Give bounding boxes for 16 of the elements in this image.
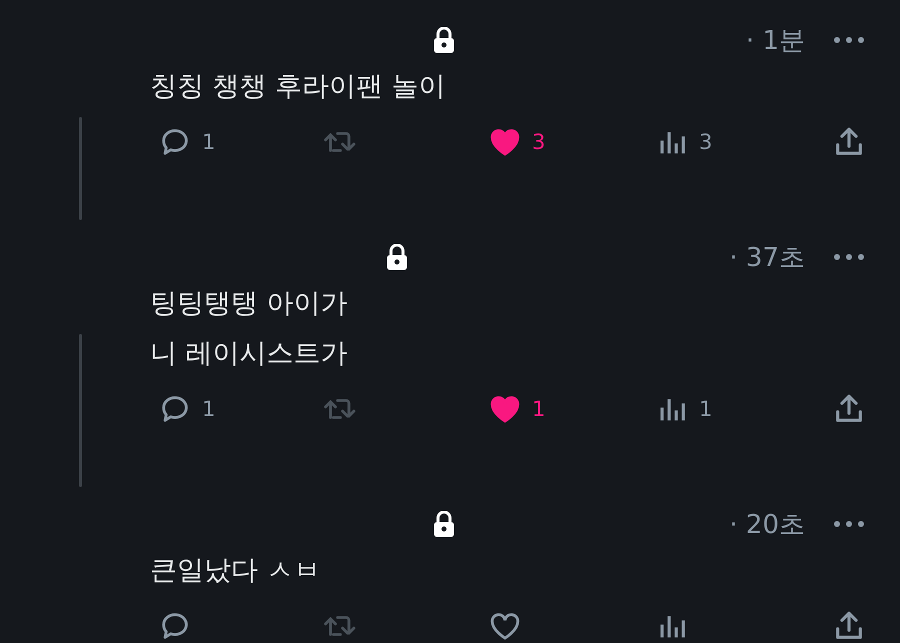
tweet-text: 큰일났다 ㅅㅂ bbox=[150, 554, 322, 588]
like-count: 3 bbox=[532, 130, 546, 154]
timestamp: · 1분 bbox=[746, 24, 805, 58]
reply-count: 1 bbox=[202, 130, 216, 154]
tweet-text: 팅팅탱탱 아이가 bbox=[150, 287, 349, 321]
more-icon[interactable] bbox=[833, 252, 865, 262]
like-count: 1 bbox=[532, 397, 546, 421]
reply-count: 1 bbox=[202, 397, 216, 421]
timestamp: · 20초 bbox=[729, 508, 805, 542]
view-count: 1 bbox=[699, 397, 712, 421]
tweet-text: 니 레이시스트가 bbox=[150, 337, 349, 371]
timestamp: · 37초 bbox=[729, 242, 805, 274]
tweet-text: 칭칭 챙챙 후라이팬 놀이 bbox=[150, 70, 447, 104]
more-icon[interactable] bbox=[833, 519, 865, 529]
more-icon[interactable] bbox=[833, 35, 865, 45]
view-count: 3 bbox=[699, 130, 712, 154]
